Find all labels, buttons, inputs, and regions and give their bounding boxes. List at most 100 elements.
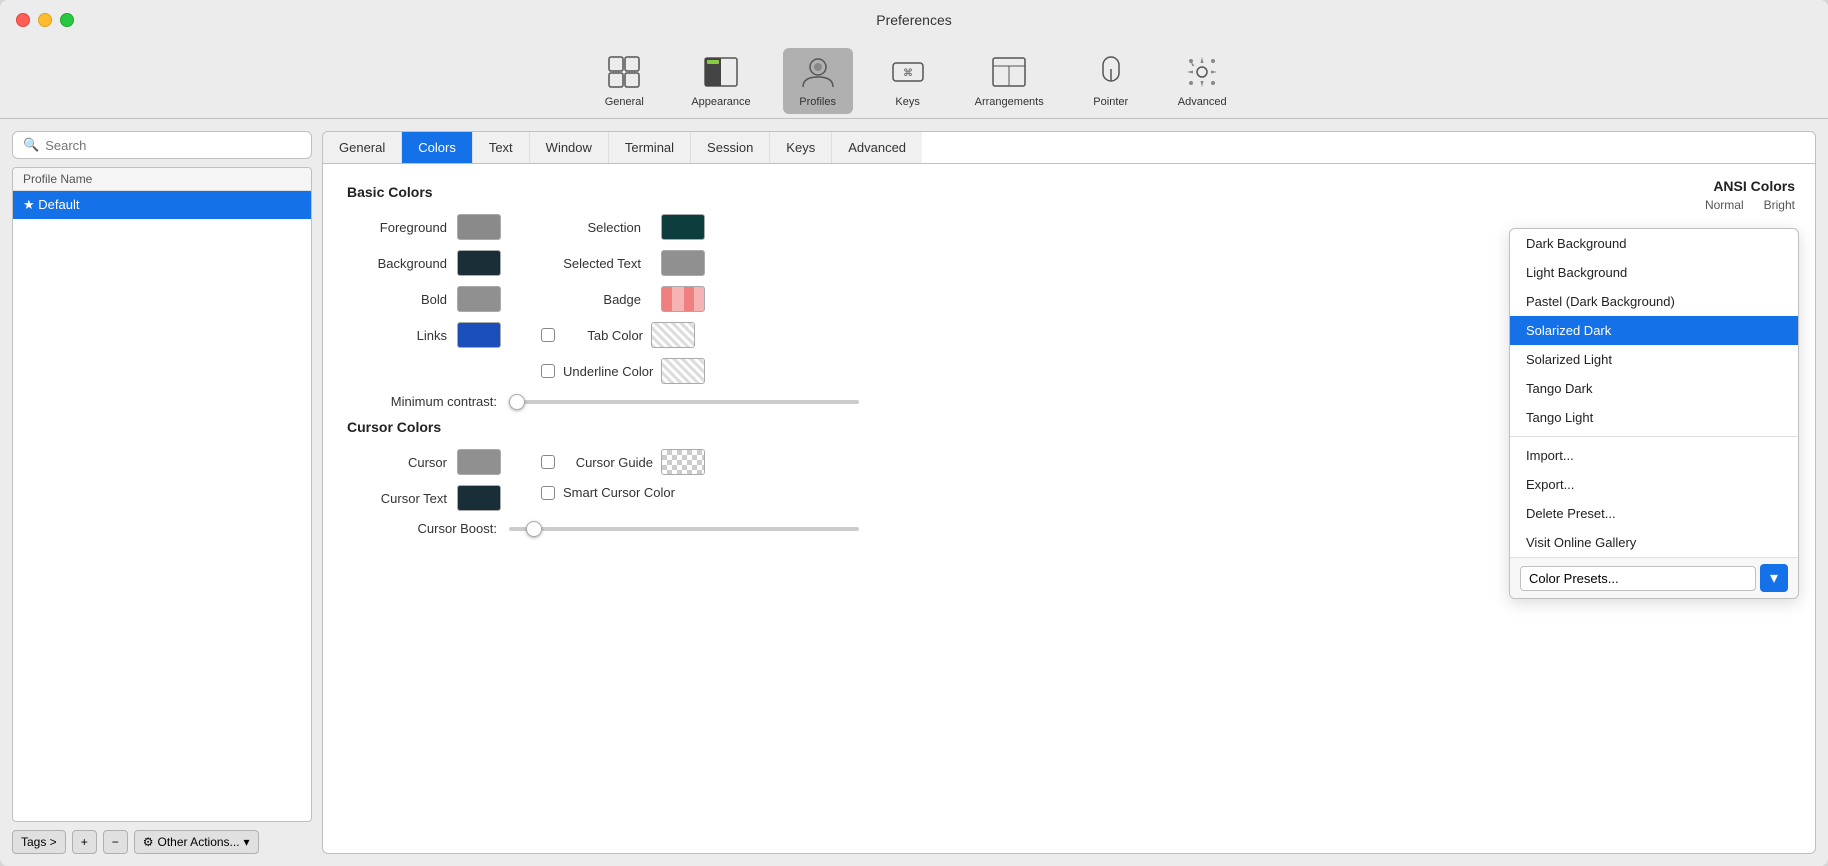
preset-dark-background[interactable]: Dark Background [1510, 229, 1798, 258]
underline-color-swatch[interactable] [661, 358, 705, 384]
underline-color-label: Underline Color [563, 364, 653, 379]
traffic-lights [16, 13, 74, 27]
other-actions-arrow-icon: ▾ [244, 835, 250, 849]
other-actions-button[interactable]: ⚙ Other Actions... ▾ [134, 830, 259, 854]
remove-profile-button[interactable]: − [103, 830, 128, 854]
toolbar-item-keys[interactable]: ⌘ Keys [873, 48, 943, 114]
preset-tango-dark[interactable]: Tango Dark [1510, 374, 1798, 403]
tab-color-checkbox[interactable] [541, 328, 555, 342]
toolbar: General Appearance Profiles [0, 40, 1828, 119]
badge-label: Badge [541, 292, 641, 307]
toolbar-item-appearance[interactable]: Appearance [679, 48, 762, 114]
foreground-swatch[interactable] [457, 214, 501, 240]
color-presets-arrow-button[interactable]: ▾ [1760, 564, 1788, 592]
search-icon: 🔍 [23, 137, 39, 153]
toolbar-item-general[interactable]: General [589, 48, 659, 114]
tab-terminal[interactable]: Terminal [609, 132, 691, 163]
toolbar-keys-label: Keys [895, 96, 919, 108]
smart-cursor-row: Smart Cursor Color [541, 485, 705, 500]
cursor-text-row: Cursor Text [347, 485, 501, 511]
svg-text:⌘: ⌘ [903, 68, 913, 79]
tags-button[interactable]: Tags > [12, 830, 66, 854]
badge-row: Badge [541, 286, 705, 312]
title-bar: Preferences [0, 0, 1828, 40]
tab-keys[interactable]: Keys [770, 132, 832, 163]
sidebar-footer: Tags > + − ⚙ Other Actions... ▾ [12, 830, 312, 854]
general-icon [604, 52, 644, 92]
selected-text-row: Selected Text [541, 250, 705, 276]
profile-list: Profile Name ★ Default [12, 167, 312, 822]
close-button[interactable] [16, 13, 30, 27]
preset-solarized-light[interactable]: Solarized Light [1510, 345, 1798, 374]
selected-text-label: Selected Text [541, 256, 641, 271]
links-label: Links [347, 328, 447, 343]
toolbar-item-arrangements[interactable]: Arrangements [963, 48, 1056, 114]
badge-swatch[interactable] [661, 286, 705, 312]
tab-general[interactable]: General [323, 132, 402, 163]
profiles-icon [798, 52, 838, 92]
cursor-guide-row: Cursor Guide [541, 449, 705, 475]
color-presets-select[interactable]: Color Presets... [1520, 566, 1756, 591]
cursor-guide-swatch[interactable] [661, 449, 705, 475]
cursor-row: Cursor [347, 449, 501, 475]
cursor-text-swatch[interactable] [457, 485, 501, 511]
cursor-swatch[interactable] [457, 449, 501, 475]
foreground-label: Foreground [347, 220, 447, 235]
preset-visit-gallery[interactable]: Visit Online Gallery [1510, 528, 1798, 557]
maximize-button[interactable] [60, 13, 74, 27]
links-row: Links [347, 322, 501, 348]
min-contrast-slider[interactable] [509, 400, 859, 404]
gear-icon: ⚙ [143, 835, 154, 849]
tab-session[interactable]: Session [691, 132, 770, 163]
search-input[interactable] [45, 138, 301, 153]
dropdown-footer: Color Presets... ▾ [1510, 557, 1798, 598]
underline-color-checkbox[interactable] [541, 364, 555, 378]
add-profile-button[interactable]: + [72, 830, 97, 854]
selection-label: Selection [541, 220, 641, 235]
ansi-section: ANSI Colors Normal Bright Dark Backgroun… [1499, 178, 1799, 218]
selected-text-swatch[interactable] [661, 250, 705, 276]
preset-delete[interactable]: Delete Preset... [1510, 499, 1798, 528]
bold-label: Bold [347, 292, 447, 307]
tab-colors[interactable]: Colors [402, 132, 473, 163]
preset-export[interactable]: Export... [1510, 470, 1798, 499]
cursor-boost-slider[interactable] [509, 527, 859, 531]
dropdown-separator-1 [1510, 436, 1798, 437]
selection-swatch[interactable] [661, 214, 705, 240]
profile-item-default[interactable]: ★ Default [13, 191, 311, 219]
links-swatch[interactable] [457, 322, 501, 348]
smart-cursor-checkbox[interactable] [541, 486, 555, 500]
minimize-button[interactable] [38, 13, 52, 27]
preset-light-background[interactable]: Light Background [1510, 258, 1798, 287]
toolbar-general-label: General [605, 96, 644, 108]
toolbar-item-profiles[interactable]: Profiles [783, 48, 853, 114]
tab-text[interactable]: Text [473, 132, 530, 163]
tab-color-swatch[interactable] [651, 322, 695, 348]
tab-color-row: Tab Color [541, 322, 705, 348]
pointer-icon [1091, 52, 1131, 92]
tab-window[interactable]: Window [530, 132, 609, 163]
preset-tango-light[interactable]: Tango Light [1510, 403, 1798, 432]
tab-bar: General Colors Text Window Terminal Sess… [322, 131, 1816, 164]
tab-advanced[interactable]: Advanced [832, 132, 922, 163]
content-area: 🔍 Profile Name ★ Default Tags > + − [0, 119, 1828, 866]
min-contrast-label: Minimum contrast: [347, 394, 497, 409]
cursor-guide-checkbox[interactable] [541, 455, 555, 469]
toolbar-item-advanced[interactable]: Advanced [1166, 48, 1239, 114]
ansi-normal-label: Normal [1705, 198, 1744, 212]
ansi-columns: Normal Bright [1499, 198, 1799, 212]
toolbar-item-pointer[interactable]: Pointer [1076, 48, 1146, 114]
sidebar: 🔍 Profile Name ★ Default Tags > + − [12, 131, 312, 854]
background-swatch[interactable] [457, 250, 501, 276]
bold-swatch[interactable] [457, 286, 501, 312]
appearance-icon [701, 52, 741, 92]
toolbar-advanced-label: Advanced [1178, 96, 1227, 108]
smart-cursor-label: Smart Cursor Color [563, 485, 675, 500]
preset-pastel-dark[interactable]: Pastel (Dark Background) [1510, 287, 1798, 316]
preset-solarized-dark[interactable]: Solarized Dark [1510, 316, 1798, 345]
cursor-guide-label: Cursor Guide [563, 455, 653, 470]
bold-row: Bold [347, 286, 501, 312]
search-bar[interactable]: 🔍 [12, 131, 312, 159]
selection-row: Selection [541, 214, 705, 240]
preset-import[interactable]: Import... [1510, 441, 1798, 470]
